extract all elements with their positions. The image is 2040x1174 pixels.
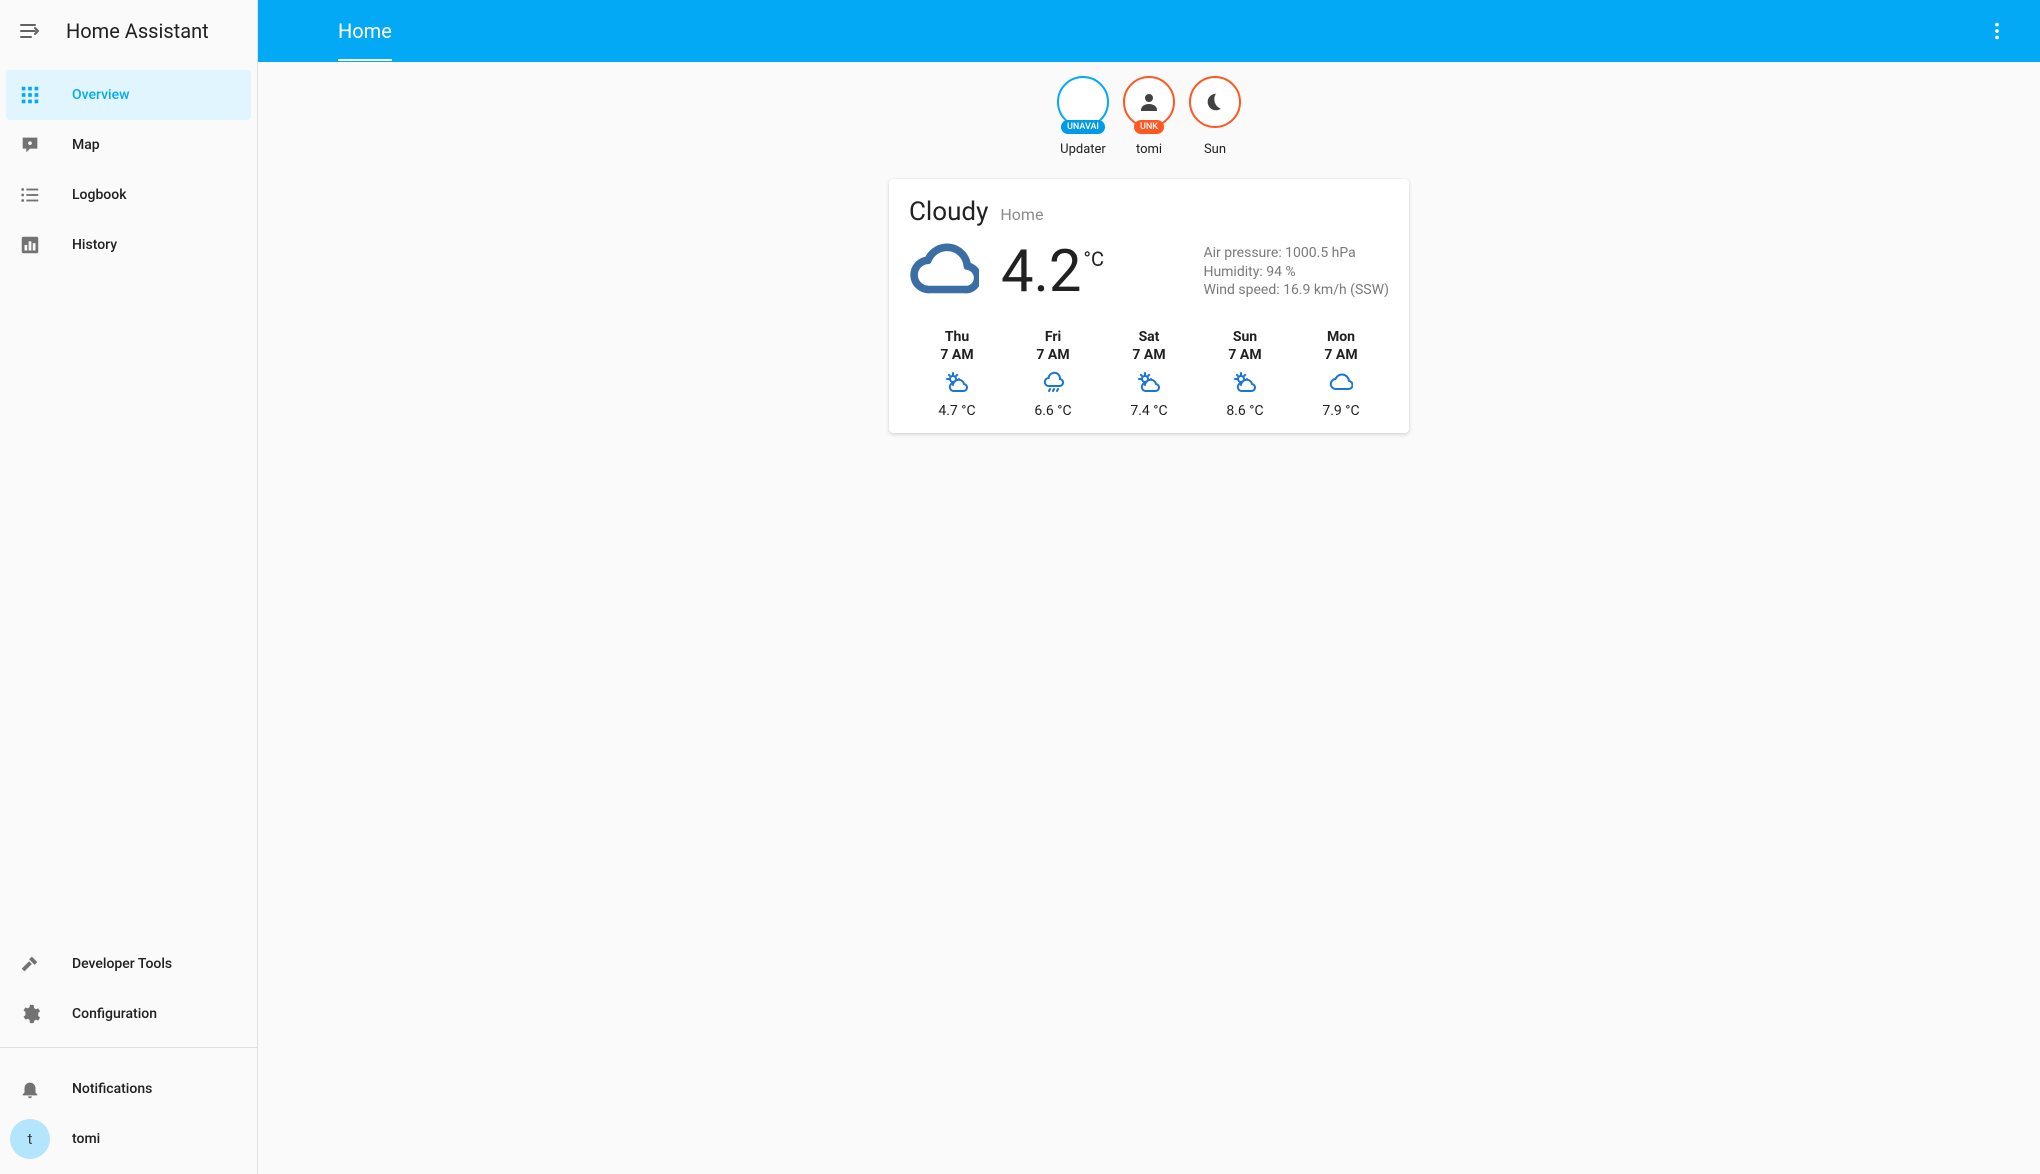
sidebar-item-history[interactable]: History [6, 220, 251, 270]
forecast-day-name: Sat [1139, 329, 1160, 345]
badge-row: UNAVAI Updater UNK tomi Sun [1057, 76, 1241, 157]
content: UNAVAI Updater UNK tomi Sun Cloud [258, 62, 2040, 1174]
weather-temperature-value: 4.2 [1001, 238, 1082, 306]
view-tab-home[interactable]: Home [338, 19, 392, 61]
forecast-temp: 7.4 °C [1130, 403, 1167, 419]
forecast-day-time: 7 AM [1228, 347, 1261, 363]
person-icon [1137, 90, 1161, 114]
avatar: t [10, 1119, 50, 1159]
forecast-day-name: Thu [945, 329, 969, 345]
sidebar-item-map[interactable]: Map [6, 120, 251, 170]
menu-collapse-icon[interactable] [18, 19, 42, 43]
badge-circle: UNAVAI [1057, 76, 1109, 128]
badge-pill: UNAVAI [1061, 120, 1105, 134]
main: Home UNAVAI Updater UNK tomi [258, 0, 2040, 1174]
forecast-day-time: 7 AM [1132, 347, 1165, 363]
forecast-day: Sat 7 AM 7.4 °C [1101, 329, 1197, 419]
sidebar-item-label: Developer Tools [72, 956, 172, 972]
map-icon [18, 133, 42, 157]
nav-tools: Developer Tools Configuration [0, 931, 257, 1039]
divider [0, 1047, 257, 1048]
sidebar-footer: Notifications t tomi [0, 1056, 257, 1174]
forecast-temp: 6.6 °C [1034, 403, 1071, 419]
weather-card[interactable]: Cloudy Home 4.2°C Air pressure: 1000.5 h… [889, 179, 1409, 433]
forecast-icon [1041, 371, 1065, 395]
badge-pill: UNK [1134, 120, 1164, 134]
badge-label: tomi [1136, 142, 1162, 157]
sidebar-item-notifications[interactable]: Notifications [6, 1064, 251, 1114]
forecast-day-time: 7 AM [1324, 347, 1357, 363]
overflow-menu-button[interactable] [1978, 12, 2016, 50]
weather-condition: Cloudy [909, 197, 988, 227]
forecast-day: Sun 7 AM 8.6 °C [1197, 329, 1293, 419]
forecast-icon [1329, 371, 1353, 395]
forecast-day-time: 7 AM [1036, 347, 1069, 363]
badge-label: Sun [1204, 142, 1226, 157]
sidebar-item-developer-tools[interactable]: Developer Tools [6, 939, 251, 989]
forecast-day-name: Mon [1327, 329, 1355, 345]
sidebar: Home Assistant Overview Map Logbook Hist… [0, 0, 258, 1174]
badge-sun[interactable]: Sun [1189, 76, 1241, 157]
forecast-temp: 4.7 °C [938, 403, 975, 419]
bell-icon [18, 1077, 42, 1101]
badge-label: Updater [1060, 142, 1106, 157]
forecast-day-name: Sun [1233, 329, 1257, 345]
forecast-day: Thu 7 AM 4.7 °C [909, 329, 1005, 419]
forecast-day: Mon 7 AM 7.9 °C [1293, 329, 1389, 419]
weather-location: Home [1000, 205, 1043, 224]
weather-temperature-unit: °C [1084, 247, 1105, 271]
weather-current: 4.2°C Air pressure: 1000.5 hPa Humidity:… [909, 237, 1389, 307]
sidebar-item-configuration[interactable]: Configuration [6, 989, 251, 1039]
sidebar-header: Home Assistant [0, 0, 257, 62]
sidebar-item-label: Map [72, 137, 100, 153]
sidebar-item-label: Logbook [72, 187, 127, 203]
forecast-day-name: Fri [1045, 329, 1061, 345]
weather-wind: Wind speed: 16.9 km/h (SSW) [1203, 281, 1389, 300]
weather-humidity: Humidity: 94 % [1203, 263, 1389, 282]
nav-primary: Overview Map Logbook History [0, 62, 257, 270]
weather-card-header: Cloudy Home [909, 197, 1389, 227]
topbar: Home [258, 0, 2040, 62]
sidebar-item-label: Notifications [72, 1081, 152, 1097]
forecast-day-time: 7 AM [940, 347, 973, 363]
badge-circle: UNK [1123, 76, 1175, 128]
list-icon [18, 183, 42, 207]
weather-pressure: Air pressure: 1000.5 hPa [1203, 244, 1389, 263]
weather-forecast: Thu 7 AM 4.7 °C Fri 7 AM 6.6 °C Sat 7 AM… [909, 323, 1389, 419]
sidebar-item-label: Configuration [72, 1006, 157, 1022]
grid-icon [18, 83, 42, 107]
user-name: tomi [72, 1131, 100, 1147]
hammer-icon [18, 952, 42, 976]
sidebar-item-label: History [72, 237, 117, 253]
sidebar-item-overview[interactable]: Overview [6, 70, 251, 120]
forecast-icon [945, 371, 969, 395]
sidebar-item-label: Overview [72, 87, 129, 103]
cloud-icon [909, 237, 979, 307]
forecast-temp: 7.9 °C [1322, 403, 1359, 419]
forecast-temp: 8.6 °C [1226, 403, 1263, 419]
gear-icon [18, 1002, 42, 1026]
weather-temperature: 4.2°C [1001, 243, 1102, 301]
app-title: Home Assistant [66, 19, 209, 43]
forecast-icon [1137, 371, 1161, 395]
sidebar-item-user[interactable]: t tomi [6, 1114, 251, 1164]
badge-updater[interactable]: UNAVAI Updater [1057, 76, 1109, 157]
badge-user[interactable]: UNK tomi [1123, 76, 1175, 157]
sidebar-item-logbook[interactable]: Logbook [6, 170, 251, 220]
forecast-icon [1233, 371, 1257, 395]
weather-details: Air pressure: 1000.5 hPa Humidity: 94 % … [1203, 244, 1389, 301]
forecast-day: Fri 7 AM 6.6 °C [1005, 329, 1101, 419]
badge-circle [1189, 76, 1241, 128]
moon-icon [1204, 91, 1226, 113]
chart-icon [18, 233, 42, 257]
